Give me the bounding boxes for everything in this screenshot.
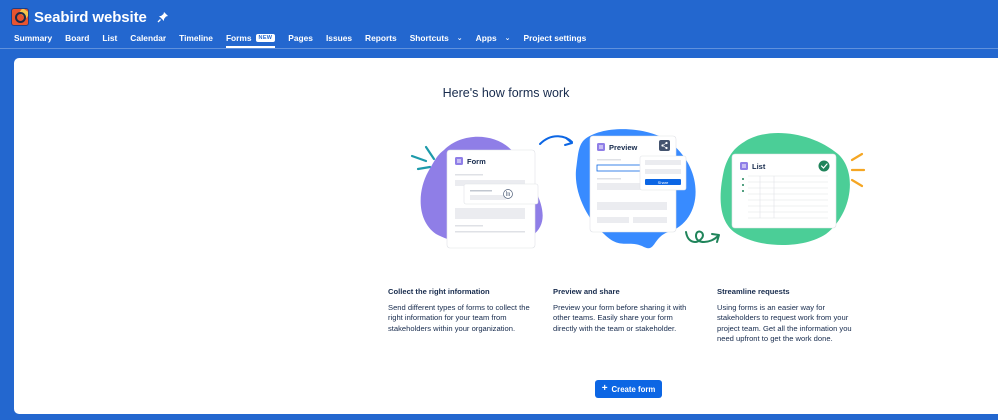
form-card-title: Form [467,157,486,166]
column-title-collect: Collect the right information [388,287,490,296]
list-card-title: List [752,162,766,171]
tab-board[interactable]: Board [65,30,89,46]
tab-issues[interactable]: Issues [326,30,352,46]
share-button-label: Share [658,180,669,185]
check-icon [818,160,830,172]
forms-empty-state: Here's how forms work Form Preview Share… [14,58,998,414]
page-title: Here's how forms work [442,86,570,100]
tab-project-settings[interactable]: Project settings [523,30,586,46]
column-text-collect: Send different types of forms to collect… [388,303,530,333]
create-form-label: Create form [611,384,656,394]
top-navigation: Seabird website Summary Board List Calen… [0,0,998,58]
column-title-preview: Preview and share [553,287,620,296]
tab-forms[interactable]: Forms NEW [225,30,276,48]
tab-shortcuts[interactable]: Shortcuts ⌄ [410,30,463,46]
tab-list[interactable]: List [102,30,117,46]
pin-icon[interactable] [157,11,169,23]
chevron-down-icon: ⌄ [504,35,511,42]
seabird-avatar-icon[interactable] [11,8,29,26]
plus-icon: + [601,383,608,394]
create-form-button[interactable]: + Create form [595,380,662,398]
project-header: Seabird website [11,7,169,27]
column-title-streamline: Streamline requests [717,287,790,296]
column-text-preview: Preview your form before sharing it with… [553,303,687,333]
list-card-illustration: List [720,132,866,246]
share-icon [659,140,670,151]
tab-reports[interactable]: Reports [365,30,397,46]
preview-card-illustration: Preview Share [575,129,696,249]
chevron-down-icon: ⌄ [456,35,463,42]
preview-card-title: Preview [609,143,638,152]
column-text-streamline: Using forms is an easier way for stakeho… [717,303,852,344]
project-tabs: Summary Board List Calendar Timeline For… [14,30,599,48]
tab-summary[interactable]: Summary [14,30,52,46]
forms-illustration: Form Preview Share List [410,129,866,249]
tab-timeline[interactable]: Timeline [179,30,213,46]
tab-pages[interactable]: Pages [288,30,313,46]
tab-apps[interactable]: Apps ⌄ [476,30,511,46]
nav-divider [0,48,998,49]
project-title[interactable]: Seabird website [34,9,147,26]
tab-calendar[interactable]: Calendar [130,30,166,46]
new-badge: NEW [255,34,276,42]
form-card-illustration: Form [410,136,543,249]
